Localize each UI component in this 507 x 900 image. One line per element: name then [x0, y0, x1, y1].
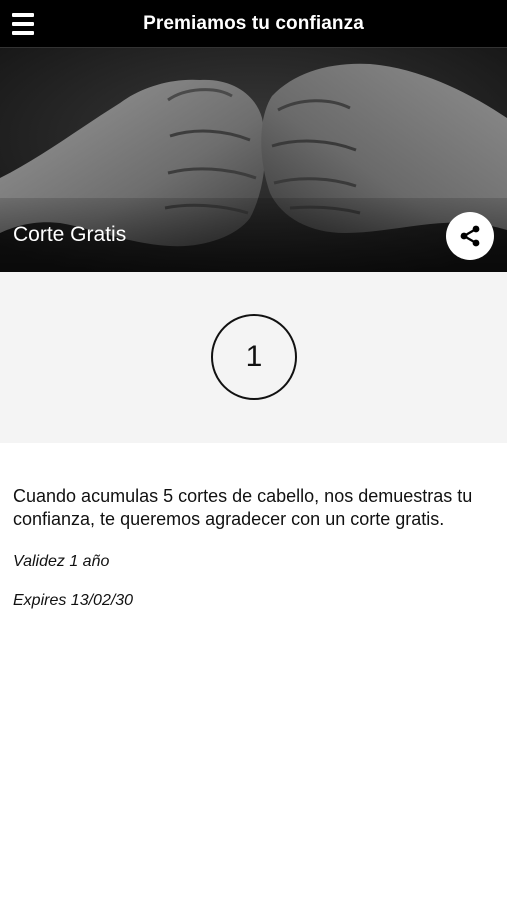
reward-title: Corte Gratis	[13, 223, 127, 246]
reward-details: Cuando acumulas 5 cortes de cabello, nos…	[13, 485, 495, 610]
stamp-counter-area: 1	[0, 272, 507, 443]
reward-expiry: Expires 13/02/30	[13, 592, 134, 609]
share-icon	[460, 225, 480, 247]
hamburger-menu-icon[interactable]	[10, 11, 38, 37]
reward-description: Cuando acumulas 5 cortes de cabello, nos…	[13, 486, 473, 529]
share-button[interactable]	[446, 212, 494, 260]
reward-validity: Validez 1 año	[13, 553, 110, 570]
reward-hero-image: Corte Gratis	[0, 48, 507, 272]
page-title: Premiamos tu confianza	[143, 13, 364, 34]
stamp-count-circle: 1	[211, 314, 297, 400]
top-bar: Premiamos tu confianza	[0, 0, 507, 48]
